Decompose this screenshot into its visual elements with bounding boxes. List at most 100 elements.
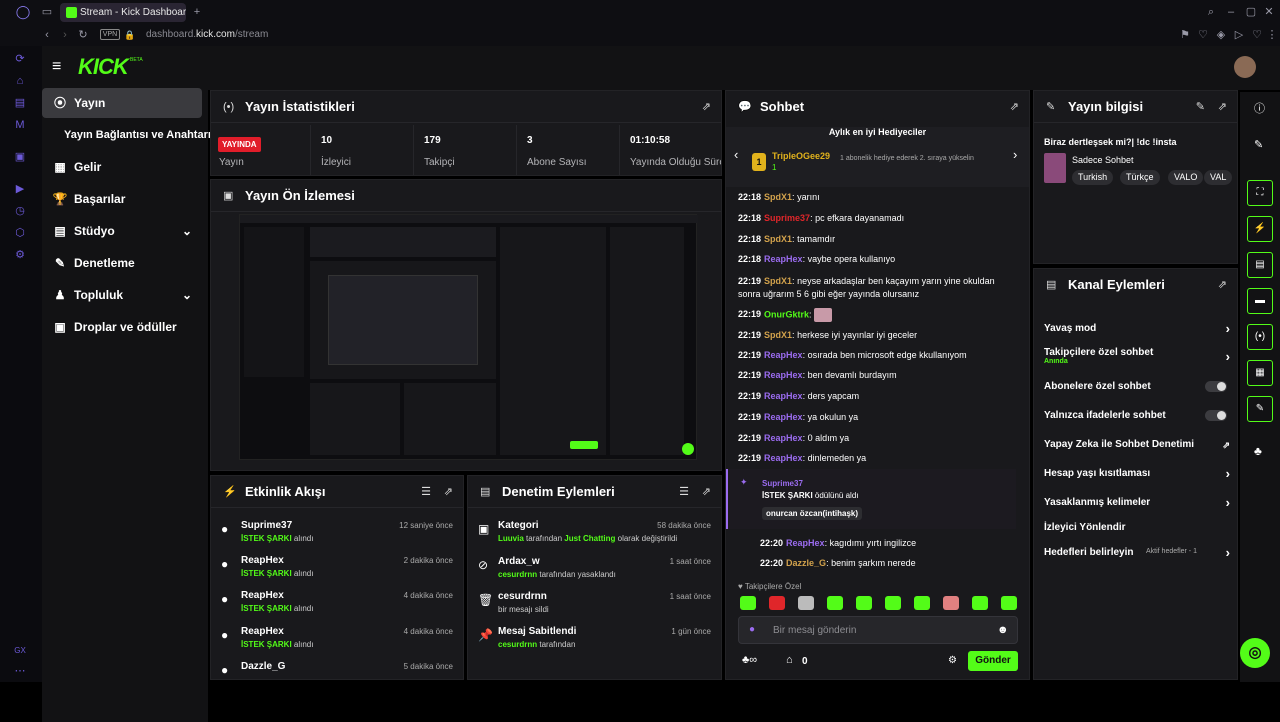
tag-turkce[interactable]: Türkçe <box>1120 170 1160 185</box>
chat-user[interactable]: SpdX1 <box>764 330 792 340</box>
chat-user[interactable]: Suprime37 <box>764 213 810 223</box>
edit-icon[interactable]: ✎ <box>1196 91 1205 123</box>
send-button[interactable]: Gönder <box>968 651 1018 671</box>
emote-button[interactable] <box>856 596 872 610</box>
search-icon[interactable]: ⌕ <box>1204 2 1218 22</box>
nav-item-gelir[interactable]: ▦ Gelir <box>42 152 202 182</box>
opera-logo-icon[interactable]: ◯ <box>14 2 32 22</box>
chevron-right-icon[interactable]: › <box>1013 147 1017 162</box>
menu-dots-icon[interactable]: ⋮ <box>1266 25 1278 45</box>
community-points-icon[interactable]: ♣∞ <box>742 654 757 666</box>
sidebar-ai-icon[interactable]: ⟳ <box>13 52 27 66</box>
rail-button-wrench[interactable]: ✎ <box>1247 396 1273 422</box>
emote-button[interactable] <box>943 596 959 610</box>
action-banned-words[interactable]: Yasaklanmış kelimeler › <box>1044 495 1230 510</box>
microphone-icon[interactable]: ● <box>749 624 755 635</box>
emote-button[interactable] <box>972 596 988 610</box>
nav-item-droplar[interactable]: ▣ Droplar ve ödüller <box>42 312 202 342</box>
popout-icon[interactable]: ⇗ <box>702 91 711 123</box>
sidebar-twitch-icon[interactable]: ▣ <box>13 150 27 164</box>
action-account-age[interactable]: Hesap yaşı kısıtlaması › <box>1044 466 1230 481</box>
popout-icon[interactable]: ⇗ <box>444 476 453 508</box>
chat-user[interactable]: Dazzle_G <box>786 558 826 568</box>
filter-icon[interactable]: ☰ <box>421 476 431 508</box>
emote-button[interactable] <box>1001 596 1017 610</box>
emote-button[interactable] <box>885 596 901 610</box>
action-slow-mode[interactable]: Yavaş mod › <box>1044 321 1230 336</box>
sidebar-messenger-icon[interactable]: M <box>13 118 27 132</box>
reload-icon[interactable]: ↻ <box>76 25 90 45</box>
info-icon[interactable]: ⓘ <box>1254 100 1265 116</box>
chat-user[interactable]: SpdX1 <box>764 192 792 202</box>
emote-only-toggle[interactable] <box>1205 410 1227 421</box>
rail-button-lightning[interactable]: ⚡ <box>1247 216 1273 242</box>
chat-user[interactable]: OnurGktrk <box>764 309 809 319</box>
emote-button[interactable] <box>798 596 814 610</box>
stream-category[interactable]: Sadece Sohbet <box>1072 155 1134 165</box>
url-field[interactable]: dashboard.kick.com/stream <box>146 29 268 40</box>
activity-user[interactable]: Suprime37 <box>241 520 292 531</box>
back-icon[interactable]: ‹ <box>40 25 54 45</box>
filter-icon[interactable]: ☰ <box>679 476 689 508</box>
chat-user[interactable]: ReapHex <box>764 370 803 380</box>
chat-user[interactable]: ReapHex <box>764 350 803 360</box>
new-tab-button[interactable]: + <box>190 2 204 22</box>
activity-user[interactable]: Dazzle_G <box>241 661 285 672</box>
popout-icon[interactable]: ⇗ <box>1218 269 1227 301</box>
rail-button-chat[interactable]: ▬ <box>1247 288 1273 314</box>
emote-button[interactable] <box>769 596 785 610</box>
stream-preview-video[interactable] <box>239 214 698 460</box>
action-host[interactable]: İzleyici Yönlendir <box>1044 522 1230 533</box>
emote-button[interactable] <box>740 596 756 610</box>
redeem-user[interactable]: Suprime37 <box>762 479 803 488</box>
moderation-name[interactable]: cesurdrnn <box>498 591 547 602</box>
browser-tab[interactable]: Stream - Kick Dashboard <box>60 3 186 22</box>
sidebar-player-icon[interactable]: ▶ <box>13 182 27 196</box>
rail-button-broadcast[interactable]: (•) <box>1247 324 1273 350</box>
sidebar-more-icon[interactable]: ⋯ <box>13 664 27 678</box>
chat-user[interactable]: SpdX1 <box>764 234 792 244</box>
chat-user[interactable]: ReapHex <box>786 538 825 548</box>
nav-item-stream-key[interactable]: Yayın Bağlantısı ve Anahtarı <box>42 120 211 150</box>
help-button[interactable]: ◎ <box>1240 638 1270 668</box>
chat-user[interactable]: SpdX1 <box>764 276 792 286</box>
edit-icon[interactable]: ✎ <box>1254 138 1263 151</box>
nav-item-topluluk[interactable]: ♟ Topluluk ⌄ <box>42 280 202 310</box>
sidebar-settings-icon[interactable]: ⚙ <box>13 248 27 262</box>
tab-list-icon[interactable]: ▭ <box>38 2 56 22</box>
popout-icon[interactable]: ⇗ <box>1010 91 1019 123</box>
gifter-name[interactable]: TripleOGee29 <box>772 151 830 161</box>
nav-item-studyo[interactable]: ▤ Stüdyo ⌄ <box>42 216 202 246</box>
chat-user[interactable]: ReapHex <box>764 254 803 264</box>
minimize-icon[interactable]: – <box>1224 2 1238 22</box>
kick-logo[interactable]: KICK <box>78 54 129 80</box>
heart-icon[interactable]: ♡ <box>1250 25 1264 45</box>
tag-valo[interactable]: VALO <box>1168 170 1204 185</box>
nav-item-yayin[interactable]: ⦿ Yayın <box>42 88 202 118</box>
nav-item-denetleme[interactable]: ✎ Denetleme <box>42 248 202 278</box>
tag-turkish[interactable]: Turkish <box>1072 170 1114 185</box>
chat-user[interactable]: ReapHex <box>764 412 803 422</box>
subscribers-only-toggle[interactable] <box>1205 381 1227 392</box>
chat-user[interactable]: ReapHex <box>764 453 803 463</box>
popout-icon[interactable]: ⇗ <box>1218 91 1227 123</box>
activity-user[interactable]: ReapHex <box>241 555 284 566</box>
chat-settings-icon[interactable]: ⚙ <box>948 655 957 666</box>
activity-user[interactable]: ReapHex <box>241 626 284 637</box>
forward-icon[interactable]: › <box>58 25 72 45</box>
sidebar-gx-icon[interactable]: ▤ <box>13 96 27 110</box>
rail-button-clip[interactable]: ⛶ <box>1247 180 1273 206</box>
tag-val[interactable]: VAL <box>1204 170 1233 185</box>
vpn-badge[interactable]: VPN <box>100 29 120 40</box>
moderation-name[interactable]: Ardax_w <box>498 556 540 567</box>
popout-icon[interactable]: ⇗ <box>702 476 711 508</box>
chat-user[interactable]: ReapHex <box>764 433 803 443</box>
chat-user[interactable]: ReapHex <box>764 391 803 401</box>
chat-input[interactable]: ● Bir mesaj gönderin ☻ <box>738 616 1018 644</box>
community-icon[interactable]: ♣ <box>1254 444 1262 458</box>
nav-item-basarilar[interactable]: 🏆 Başarılar <box>42 184 202 214</box>
bookmark-icon[interactable]: ♡ <box>1196 25 1210 45</box>
rail-button-actions[interactable]: ▦ <box>1247 360 1273 386</box>
play-icon[interactable]: ▷ <box>1232 25 1246 45</box>
sidebar-gx-label[interactable]: GX <box>13 644 27 658</box>
